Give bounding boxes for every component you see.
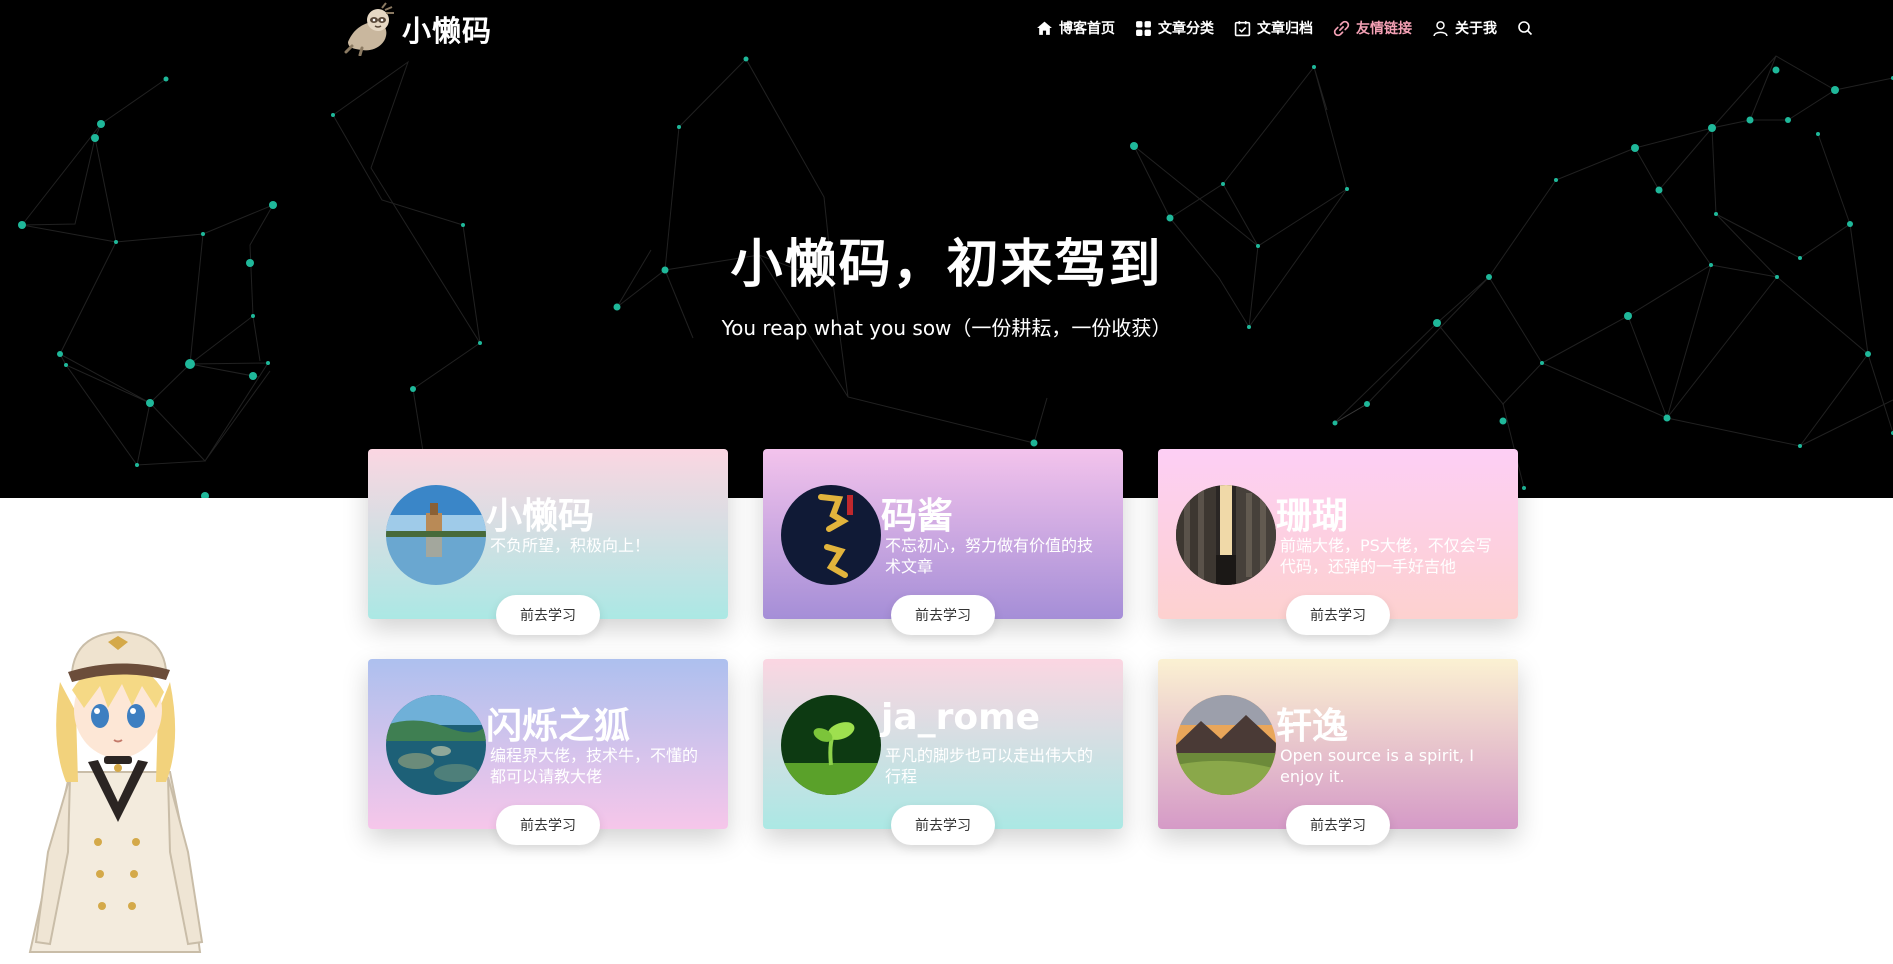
nav-categories[interactable]: 文章分类 [1135,18,1214,38]
friend-avatar[interactable] [781,695,881,795]
friend-card: 珊瑚 前端大佬，PS大佬，不仅会写代码，还弹的一手好吉他 前去学习 [1158,449,1518,635]
visit-button[interactable]: 前去学习 [891,595,995,635]
friend-card: 码酱 不忘初心，努力做有价值的技术文章 前去学习 [763,449,1123,635]
calendar-check-icon [1234,20,1251,36]
home-icon [1037,21,1052,35]
friend-card: 轩逸 Open source is a spirit, I enjoy it. … [1158,659,1518,845]
main-nav: 博客首页 文章分类 文章归档 友情链接 关于我 [1036,18,1553,38]
nav-categories-label: 文章分类 [1158,21,1214,37]
visit-button[interactable]: 前去学习 [1286,805,1390,845]
friend-avatar[interactable] [386,695,486,795]
friend-desc: 不忘初心，努力做有价值的技术文章 [885,536,1094,576]
friend-name: ja_rome [881,697,1041,738]
visit-button[interactable]: 前去学习 [496,805,600,845]
friend-avatar[interactable] [386,485,486,585]
friend-desc: 平凡的脚步也可以走出伟大的行程 [885,746,1094,786]
grid-icon [1136,20,1151,36]
friend-desc: 不负所望，积极向上！ [490,536,651,555]
friend-name: 码酱 [881,496,954,537]
nav-home[interactable]: 博客首页 [1036,18,1115,38]
link-icon [1333,20,1350,36]
site-logo[interactable]: 小懒码 [342,2,493,56]
friend-card: 闪烁之狐 编程界大佬，技术牛，不懂的都可以请教大佬 前去学习 [368,659,728,845]
logo-text: 小懒码 [402,14,493,48]
top-header: 小懒码 博客首页 文章分类 文章归档 友情链接 关于我 [0,0,1893,58]
nav-archive[interactable]: 文章归档 [1234,18,1313,38]
nav-friend-links[interactable]: 友情链接 [1333,18,1412,38]
nav-archive-label: 文章归档 [1257,21,1313,37]
search-icon [1518,21,1533,36]
friend-card: ja_rome 平凡的脚步也可以走出伟大的行程 前去学习 [763,659,1123,845]
luo-calligraphy-image [781,485,881,585]
friend-name: 小懒码 [486,496,595,537]
lake-temple-image [386,485,486,585]
friend-desc: 前端大佬，PS大佬，不仅会写代码，还弹的一手好吉他 [1280,536,1492,576]
sloth-logo-icon [344,2,394,56]
hero-subtitle: You reap what you sow（一份耕耘，一份收获） [721,316,1172,340]
friend-avatar[interactable] [781,485,881,585]
mountain-valley-image [1176,695,1276,795]
friend-name: 轩逸 [1276,706,1349,747]
search-button[interactable] [1517,20,1533,36]
anime-mascot-image[interactable] [10,612,220,964]
friend-name: 珊瑚 [1276,496,1349,537]
rocky-coast-image [386,695,486,795]
friend-avatar[interactable] [1176,485,1276,585]
hero-banner: 小懒码 博客首页 文章分类 文章归档 友情链接 关于我 小懒码，初来驾到 You… [0,0,1893,498]
visit-button[interactable]: 前去学习 [496,595,600,635]
nav-about[interactable]: 关于我 [1432,18,1497,38]
friend-desc: 编程界大佬，技术牛，不懂的都可以请教大佬 [490,746,699,786]
hero-title: 小懒码，初来驾到 [730,235,1163,295]
visit-button[interactable]: 前去学习 [891,805,995,845]
friend-name: 闪烁之狐 [486,706,631,747]
sprout-image [781,695,881,795]
nav-friend-links-label: 友情链接 [1356,21,1412,37]
friend-card: 小懒码 不负所望，积极向上！ 前去学习 [368,449,728,635]
user-icon [1433,20,1448,36]
friend-desc: Open source is a spirit, I enjoy it. [1280,746,1474,786]
nav-about-label: 关于我 [1455,21,1497,37]
nav-home-label: 博客首页 [1059,21,1115,37]
visit-button[interactable]: 前去学习 [1286,595,1390,635]
city-street-image [1176,485,1276,585]
friend-avatar[interactable] [1176,695,1276,795]
